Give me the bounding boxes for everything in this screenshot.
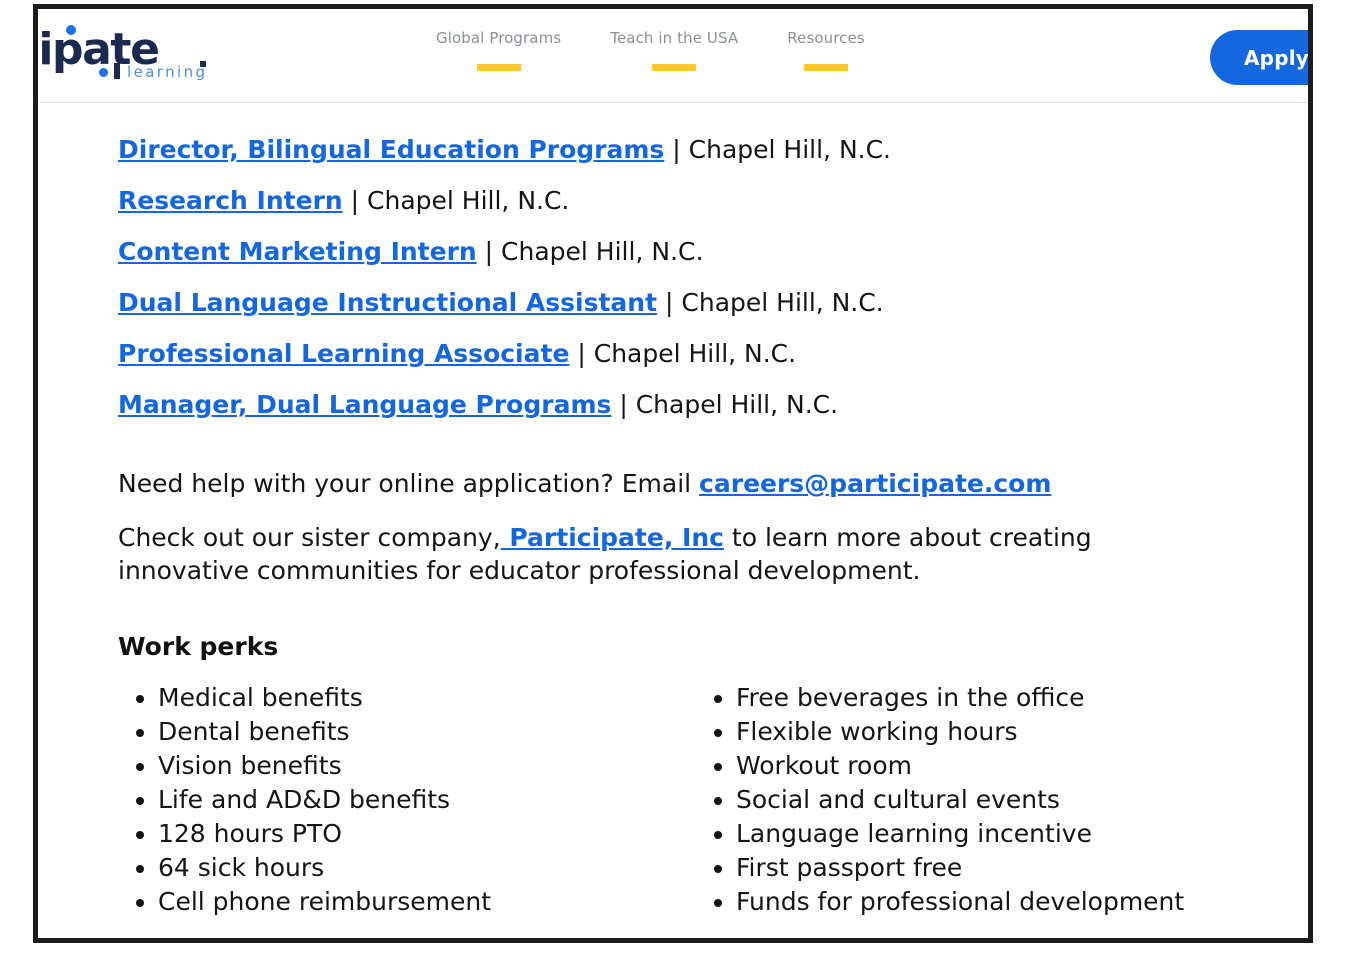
work-perks-heading: Work perks <box>118 631 279 661</box>
help-text: Need help with your online application? … <box>118 469 700 498</box>
perk-item: Dental benefits <box>158 715 696 749</box>
logo-tagline-bar-icon <box>114 63 120 79</box>
job-separator: | <box>569 339 594 368</box>
job-title-link[interactable]: Director, Bilingual Education Programs <box>118 135 664 164</box>
nav-label: Resources <box>787 29 865 47</box>
job-listing-row: Manager, Dual Language Programs | Chapel… <box>118 392 1308 417</box>
application-help-paragraph: Need help with your online application? … <box>118 467 1178 501</box>
careers-email-link[interactable]: careers@participate.com <box>699 469 1051 498</box>
job-title-link[interactable]: Dual Language Instructional Assistant <box>118 288 657 317</box>
nav-label: Global Programs <box>436 29 562 47</box>
perk-item: Funds for professional development <box>736 885 1274 919</box>
participate-inc-link[interactable]: Participate, Inc <box>501 523 724 552</box>
job-separator: | <box>611 390 636 419</box>
perk-item: 64 sick hours <box>158 851 696 885</box>
job-separator: | <box>342 186 368 215</box>
perks-list-right: Free beverages in the office Flexible wo… <box>696 681 1274 919</box>
perk-item: First passport free <box>736 851 1274 885</box>
job-location: Chapel Hill, N.C. <box>688 135 891 164</box>
job-location: Chapel Hill, N.C. <box>635 390 839 419</box>
job-title-link[interactable]: Manager, Dual Language Programs <box>118 390 611 419</box>
job-listing-row: Dual Language Instructional Assistant | … <box>118 290 1308 315</box>
perk-item: Language learning incentive <box>736 817 1274 851</box>
perks-list-left: Medical benefits Dental benefits Vision … <box>118 681 696 919</box>
perk-item: Free beverages in the office <box>736 681 1274 715</box>
logo-i-dot-icon <box>66 25 76 35</box>
job-listing-row: Content Marketing Intern | Chapel Hill, … <box>118 239 1308 264</box>
job-listing-row: Professional Learning Associate | Chapel… <box>118 341 1308 366</box>
job-location: Chapel Hill, N.C. <box>593 339 797 368</box>
logo-tagline-dot-icon <box>99 68 108 77</box>
perk-item: Vision benefits <box>158 749 696 783</box>
sister-company-paragraph: Check out our sister company, Participat… <box>118 521 1178 588</box>
main-content: Director, Bilingual Education Programs |… <box>38 103 1308 919</box>
job-title-link[interactable]: Research Intern <box>118 186 343 215</box>
job-listing-row: Research Intern | Chapel Hill, N.C. <box>118 188 1308 213</box>
work-perks-left-column: Medical benefits Dental benefits Vision … <box>118 681 696 919</box>
perk-item: Life and AD&D benefits <box>158 783 696 817</box>
job-separator: | <box>657 288 682 317</box>
perk-item: Workout room <box>736 749 1274 783</box>
perk-item: 128 hours PTO <box>158 817 696 851</box>
job-separator: | <box>476 237 502 266</box>
nav-active-underline <box>804 64 849 71</box>
apply-button[interactable]: Apply to <box>1210 30 1308 85</box>
job-location: Chapel Hill, N.C. <box>681 288 884 317</box>
job-location: Chapel Hill, N.C. <box>501 237 704 266</box>
nav-item-global-programs[interactable]: Global Programs <box>436 31 561 71</box>
job-listing-row: Director, Bilingual Education Programs |… <box>118 137 1308 162</box>
work-perks-right-column: Free beverages in the office Flexible wo… <box>696 681 1274 919</box>
perk-item: Cell phone reimbursement <box>158 885 696 919</box>
nav-item-resources[interactable]: Resources <box>787 31 865 71</box>
job-openings-list: Director, Bilingual Education Programs |… <box>118 137 1308 417</box>
perk-item: Medical benefits <box>158 681 696 715</box>
job-location: Chapel Hill, N.C. <box>367 186 570 215</box>
work-perks-columns: Medical benefits Dental benefits Vision … <box>118 681 1308 919</box>
browser-page-frame: icipate learning Global Programs Teach i… <box>33 4 1313 943</box>
nav-active-underline <box>652 64 697 71</box>
nav-active-underline <box>476 64 521 71</box>
perk-item: Social and cultural events <box>736 783 1274 817</box>
job-title-link[interactable]: Professional Learning Associate <box>118 339 569 368</box>
sister-text-lead: Check out our sister company, <box>118 522 501 552</box>
participate-learning-logo[interactable]: icipate learning <box>38 18 230 84</box>
nav-item-teach-in-the-usa[interactable]: Teach in the USA <box>610 31 738 71</box>
logo-tagline: learning <box>127 63 208 81</box>
site-header: icipate learning Global Programs Teach i… <box>38 9 1308 103</box>
perk-item: Flexible working hours <box>736 715 1274 749</box>
job-separator: | <box>664 135 689 164</box>
job-title-link[interactable]: Content Marketing Intern <box>118 237 477 266</box>
main-navigation: Global Programs Teach in the USA Resourc… <box>436 31 865 71</box>
nav-label: Teach in the USA <box>610 29 739 47</box>
